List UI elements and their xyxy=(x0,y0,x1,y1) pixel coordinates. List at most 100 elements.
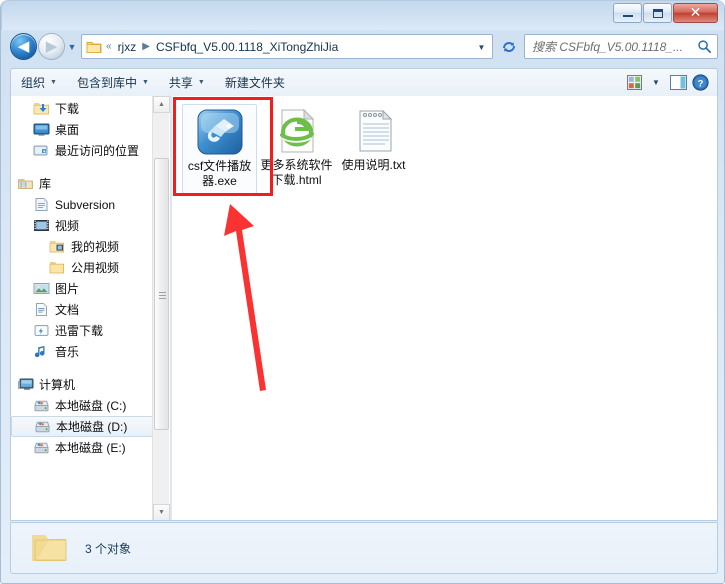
sidebar-item-label: 计算机 xyxy=(39,377,76,392)
text-file-icon xyxy=(350,107,398,155)
file-item[interactable]: 使用说明.txt xyxy=(336,104,411,194)
toolbar-label: 新建文件夹 xyxy=(224,76,285,90)
thunder-download-icon xyxy=(33,323,50,339)
search-placeholder: 搜索 CSFbfq_V5.00.1118_... xyxy=(532,40,683,54)
documents-icon xyxy=(33,302,50,318)
scroll-up-button[interactable]: ▲ xyxy=(153,96,170,113)
toolbar-item-include-in-library[interactable]: 包含到库中 ▼ xyxy=(67,69,159,96)
toolbar-item-organize[interactable]: 组织 ▼ xyxy=(11,69,67,96)
sidebar-item-label: 本地磁盘 (C:) xyxy=(55,398,127,413)
breadcrumb-separator: ▶ xyxy=(142,41,150,52)
sidebar-item-6[interactable]: 视频 xyxy=(11,215,161,236)
address-dropdown-button[interactable]: ▼ xyxy=(475,41,488,54)
address-bar-row: ◀ ▶ ▼ « rjxz ▶ CSFbfq_V5.00.1118_XiTongZ… xyxy=(1,30,724,64)
preview-pane-button[interactable] xyxy=(667,72,689,94)
explorer-window: ✕ ◀ ▶ ▼ « rjxz ▶ CSFbfq_V5.00.1118_XiTon… xyxy=(0,0,725,584)
maximize-icon xyxy=(644,4,671,22)
sidebar-item-15[interactable]: 本地磁盘 (C:) xyxy=(11,395,161,416)
chevron-down-icon: ▼ xyxy=(197,79,205,86)
sidebar-item-label: 迅雷下载 xyxy=(55,323,104,338)
close-icon: ✕ xyxy=(689,5,702,21)
maximize-button[interactable] xyxy=(643,3,672,23)
title-bar: ✕ xyxy=(1,0,724,30)
chevron-down-icon: ▼ xyxy=(67,42,77,52)
drive-icon xyxy=(33,398,50,414)
sidebar-item-0[interactable]: 下载 xyxy=(11,98,161,119)
close-button[interactable]: ✕ xyxy=(673,3,718,23)
scroll-down-button[interactable]: ▼ xyxy=(153,504,170,520)
address-bar[interactable]: « rjxz ▶ CSFbfq_V5.00.1118_XiTongZhiJia … xyxy=(81,34,493,59)
video-icon xyxy=(33,218,50,234)
preview-pane-icon xyxy=(669,75,687,90)
minimize-button[interactable] xyxy=(613,3,642,23)
breadcrumb: « rjxz ▶ CSFbfq_V5.00.1118_XiTongZhiJia xyxy=(102,35,340,58)
toolbar-item-share[interactable]: 共享 ▼ xyxy=(159,69,215,96)
sidebar-item-5[interactable]: Subversion xyxy=(11,194,161,215)
chevron-down-icon: ▼ xyxy=(50,79,57,86)
nav-scrollbar[interactable]: ▲ ▼ xyxy=(152,96,170,520)
sidebar-item-label: 我的视频 xyxy=(71,239,120,254)
ie-html-file-icon xyxy=(273,107,321,155)
toolbar-label: 包含到库中 xyxy=(76,76,137,90)
status-text: 3 个对象 xyxy=(85,541,132,556)
forward-arrow-icon: ▶ xyxy=(45,37,58,55)
search-input[interactable]: 搜索 CSFbfq_V5.00.1118_... xyxy=(524,34,718,59)
sidebar-item-label: 库 xyxy=(39,176,52,191)
drive-icon xyxy=(34,419,51,435)
status-bar: 3 个对象 xyxy=(10,522,718,574)
sidebar-item-10[interactable]: 文档 xyxy=(11,299,161,320)
svg-text:?: ? xyxy=(697,78,703,89)
help-button[interactable]: ? xyxy=(689,72,711,94)
refresh-button[interactable] xyxy=(497,34,521,59)
recent-pages-dropdown[interactable]: ▼ xyxy=(66,41,78,53)
sidebar-item-7[interactable]: 我的视频 xyxy=(11,236,161,257)
sidebar-item-11[interactable]: 迅雷下载 xyxy=(11,320,161,341)
file-list-pane[interactable]: csf文件播放器.exe 更多系统软件下载.html 使用说明.txt xyxy=(172,96,717,520)
back-arrow-icon: ◀ xyxy=(17,37,30,55)
toolbar-item-new-folder[interactable]: 新建文件夹 xyxy=(215,69,295,96)
download-folder-icon xyxy=(33,101,50,117)
folder-icon xyxy=(86,40,102,54)
breadcrumb-item-rjxz[interactable]: rjxz xyxy=(116,40,139,54)
minimize-icon xyxy=(614,4,641,22)
view-dropdown-button[interactable]: ▼ xyxy=(645,72,667,94)
back-button[interactable]: ◀ xyxy=(10,33,37,60)
search-icon xyxy=(698,40,711,53)
recent-places-icon xyxy=(33,143,50,159)
file-name-label: 使用说明.txt xyxy=(341,158,406,172)
sidebar-item-label: 桌面 xyxy=(55,122,80,137)
sidebar-item-14[interactable]: 计算机 xyxy=(11,374,161,395)
my-video-folder-icon xyxy=(49,239,66,255)
sidebar-item-8[interactable]: 公用视频 xyxy=(11,257,161,278)
sidebar-item-17[interactable]: 本地磁盘 (E:) xyxy=(11,437,161,458)
sidebar-item-4[interactable]: 库 xyxy=(11,173,161,194)
nav-group-gap xyxy=(11,362,161,374)
file-name-label: csf文件播放器.exe xyxy=(187,159,252,188)
library-icon xyxy=(17,176,34,192)
chevron-down-icon: ▼ xyxy=(652,78,660,87)
file-item[interactable]: csf文件播放器.exe xyxy=(182,104,257,194)
explorer-body: 下载桌面最近访问的位置库 Subversion 视频我的视频公用视频 图片文档迅雷下载… xyxy=(10,96,718,521)
file-item[interactable]: 更多系统软件下载.html xyxy=(259,104,334,194)
navigation-list: 下载桌面最近访问的位置库 Subversion 视频我的视频公用视频 图片文档迅雷下载… xyxy=(11,96,161,458)
sidebar-item-9[interactable]: 图片 xyxy=(11,278,161,299)
drive-icon xyxy=(33,440,50,456)
sidebar-item-label: 最近访问的位置 xyxy=(55,143,140,158)
nav-group-gap xyxy=(11,161,161,173)
chevron-down-icon: ▼ xyxy=(141,79,149,86)
sidebar-item-12[interactable]: 音乐 xyxy=(11,341,161,362)
sidebar-item-16[interactable]: 本地磁盘 (D:) xyxy=(11,416,155,437)
sidebar-item-label: 文档 xyxy=(55,302,80,317)
forward-button[interactable]: ▶ xyxy=(38,33,65,60)
toolbar-right-group: ▼ ? xyxy=(623,72,717,94)
sidebar-item-label: Subversion xyxy=(55,197,116,212)
change-view-button[interactable] xyxy=(623,72,645,94)
folder-icon xyxy=(29,530,69,566)
sidebar-item-2[interactable]: 最近访问的位置 xyxy=(11,140,161,161)
scrollbar-thumb[interactable] xyxy=(154,158,169,430)
breadcrumb-prefix: « xyxy=(106,41,112,52)
toolbar-label: 共享 xyxy=(168,76,193,90)
breadcrumb-item-current[interactable]: CSFbfq_V5.00.1118_XiTongZhiJia xyxy=(154,40,340,54)
sidebar-item-1[interactable]: 桌面 xyxy=(11,119,161,140)
sidebar-item-label: 音乐 xyxy=(55,344,80,359)
